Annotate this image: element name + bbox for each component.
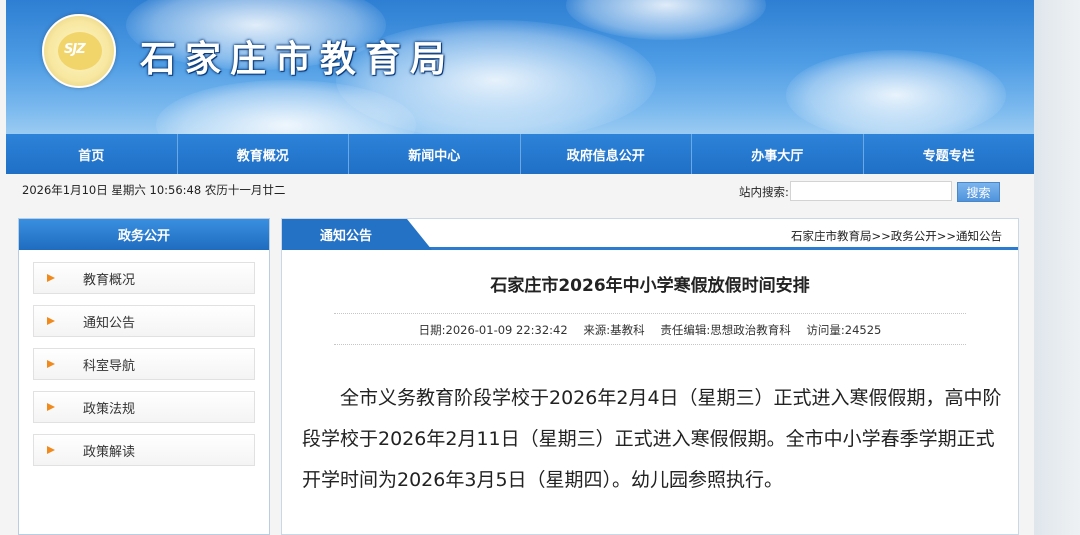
sidebar-header: 政务公开	[19, 219, 269, 250]
site-banner: SJZ 石家庄市教育局	[6, 0, 1034, 134]
divider	[334, 344, 966, 345]
sidebar-item-label: 教育概况	[83, 272, 136, 288]
article-views: 访问量:24525	[806, 323, 882, 337]
arrow-right-icon	[47, 274, 55, 282]
sidebar-item-label: 科室导航	[83, 358, 136, 374]
nav-item-special[interactable]: 专题专栏	[864, 134, 1035, 174]
nav-item-overview[interactable]: 教育概况	[178, 134, 349, 174]
site-title: 石家庄市教育局	[140, 38, 456, 80]
arrow-right-icon	[47, 360, 55, 368]
divider	[334, 313, 966, 314]
article-date: 日期:2026-01-09 22:32:42	[418, 323, 568, 337]
arrow-right-icon	[47, 446, 55, 454]
article-title: 石家庄市2026年中小学寒假放假时间安排	[490, 276, 810, 296]
nav-item-news[interactable]: 新闻中心	[349, 134, 521, 174]
sidebar-item-label: 政策法规	[83, 401, 136, 417]
sidebar-item-departments[interactable]: 科室导航	[33, 348, 255, 380]
right-margin-strip	[1034, 0, 1080, 535]
nav-item-home[interactable]: 首页	[6, 134, 178, 174]
sidebar: 政务公开 教育概况 通知公告 科室导航 政策法规 政策解读	[18, 218, 270, 535]
breadcrumb[interactable]: 石家庄市教育局>>政务公开>>通知公告	[791, 228, 1002, 244]
current-datetime: 2026年1月10日 星期六 10:56:48 农历十一月廿二	[22, 183, 286, 197]
sidebar-item-label: 政策解读	[83, 444, 136, 460]
article-panel: 通知公告 石家庄市教育局>>政务公开>>通知公告 石家庄市2026年中小学寒假放…	[281, 218, 1019, 535]
arrow-right-icon	[47, 317, 55, 325]
page: SJZ 石家庄市教育局 首页 教育概况 新闻中心 政府信息公开 办事大厅 专题专…	[0, 0, 1080, 535]
search-button[interactable]: 搜索	[957, 182, 1000, 202]
article-source: 来源:基教科	[583, 323, 645, 337]
article-meta: 日期:2026-01-09 22:32:42 来源:基教科 责任编辑:思想政治教…	[282, 322, 1018, 338]
nav-item-gov-info[interactable]: 政府信息公开	[521, 134, 692, 174]
tab-notices[interactable]: 通知公告	[282, 219, 432, 250]
article-body: 全市义务教育阶段学校于2026年2月4日（星期三）正式进入寒假假期，高中阶段学校…	[302, 387, 1002, 491]
sidebar-item-regulations[interactable]: 政策法规	[33, 391, 255, 423]
arrow-right-icon	[47, 403, 55, 411]
sidebar-item-notices[interactable]: 通知公告	[33, 305, 255, 337]
sidebar-item-interpretation[interactable]: 政策解读	[33, 434, 255, 466]
article-panel-header: 通知公告 石家庄市教育局>>政务公开>>通知公告	[282, 219, 1018, 250]
bureau-emblem-icon[interactable]: SJZ	[42, 14, 116, 88]
search-input[interactable]	[790, 181, 952, 201]
sidebar-item-label: 通知公告	[83, 315, 136, 331]
main-nav: 首页 教育概况 新闻中心 政府信息公开 办事大厅 专题专栏	[6, 134, 1034, 174]
search-label: 站内搜索:	[739, 185, 789, 199]
article-editor: 责任编辑:思想政治教育科	[660, 323, 791, 337]
sidebar-item-overview[interactable]: 教育概况	[33, 262, 255, 294]
nav-item-services[interactable]: 办事大厅	[692, 134, 864, 174]
